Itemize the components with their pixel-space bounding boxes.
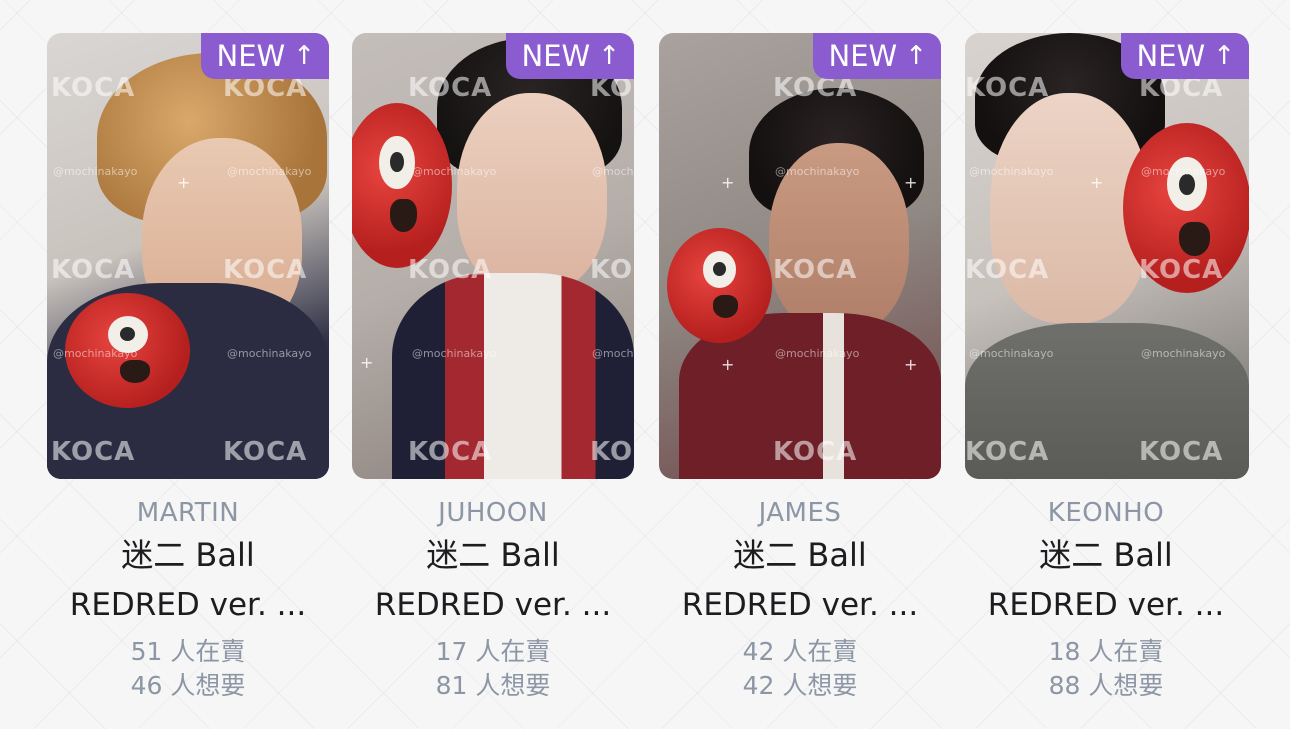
arrow-up-icon: ↑ [293, 41, 315, 71]
photocard-item[interactable]: KOCA KOCA KOCA KOCA KOCA KOCA @mochinaka… [965, 33, 1249, 703]
watermark-handle: @mochinakayo [1141, 347, 1226, 360]
arrow-up-icon: ↑ [598, 41, 620, 71]
member-name: KEONHO [1047, 498, 1165, 528]
member-name: JAMES [758, 498, 842, 528]
card-version[interactable]: REDRED ver. ... [965, 583, 1247, 627]
photocard-grid: KOCA KOCA KOCA KOCA KOCA KOCA @mochinaka… [0, 0, 1290, 729]
new-badge: NEW ↑ [812, 33, 941, 79]
new-badge: NEW ↑ [505, 33, 634, 79]
watermark-handle: @mochinakayo [1141, 165, 1226, 178]
photocard-item[interactable]: KOCA KOCA KOCA @mochinakayo @mochinakayo… [659, 33, 941, 703]
selling-count: 51 人在賣 [130, 637, 246, 666]
watermark-handle: @mochinakayo [227, 347, 312, 360]
new-badge-label: NEW [216, 39, 286, 73]
card-title[interactable]: 迷二 Ball [659, 533, 941, 577]
wanting-count: 88 人想要 [1048, 671, 1164, 700]
new-badge-label: NEW [521, 39, 591, 73]
watermark-handle: @mochinakayo [592, 165, 634, 178]
wanting-count: 81 人想要 [435, 671, 551, 700]
watermark-handle: @mochinakayo [412, 165, 497, 178]
card-title[interactable]: 迷二 Ball [965, 533, 1247, 577]
watermark-handle: @mochinakayo [53, 347, 138, 360]
watermark-handle: @mochinakayo [775, 347, 860, 360]
photocard-image[interactable]: KOCA KOCA KOCA KOCA KOCA KOCA @mochinaka… [47, 33, 329, 479]
member-name: MARTIN [136, 498, 240, 528]
photocard-image[interactable]: KOCA KOCA KOCA KOCA KOCA KOCA @mochinaka… [965, 33, 1249, 479]
selling-count: 42 人在賣 [742, 637, 858, 666]
watermark-handle: @mochinakayo [53, 165, 138, 178]
watermark-handle: @mochinakayo [412, 347, 497, 360]
photocard-item[interactable]: KOCA KOCA KOCA KOCA KOCA KOCA @mochinaka… [352, 33, 634, 703]
new-badge-label: NEW [1136, 39, 1206, 73]
new-badge: NEW ↑ [200, 33, 329, 79]
card-title[interactable]: 迷二 Ball [352, 533, 634, 577]
wanting-count: 46 人想要 [130, 671, 246, 700]
photocard-item[interactable]: KOCA KOCA KOCA KOCA KOCA KOCA @mochinaka… [47, 33, 329, 703]
arrow-up-icon: ↑ [1213, 41, 1235, 71]
card-version[interactable]: REDRED ver. ... [47, 583, 329, 627]
member-name: JUHOON [438, 498, 548, 528]
watermark-handle: @mochinakayo [775, 165, 860, 178]
selling-count: 17 人在賣 [435, 637, 551, 666]
watermark-handle: @mochinakayo [969, 347, 1054, 360]
selling-count: 18 人在賣 [1048, 637, 1164, 666]
card-version[interactable]: REDRED ver. ... [352, 583, 634, 627]
card-version[interactable]: REDRED ver. ... [659, 583, 941, 627]
arrow-up-icon: ↑ [905, 41, 927, 71]
watermark-handle: @mochinakayo [592, 347, 634, 360]
photocard-image[interactable]: KOCA KOCA KOCA @mochinakayo @mochinakayo… [659, 33, 941, 479]
wanting-count: 42 人想要 [742, 671, 858, 700]
photocard-image[interactable]: KOCA KOCA KOCA KOCA KOCA KOCA @mochinaka… [352, 33, 634, 479]
watermark-handle: @mochinakayo [227, 165, 312, 178]
watermark-handle: @mochinakayo [969, 165, 1054, 178]
new-badge-label: NEW [828, 39, 898, 73]
card-title[interactable]: 迷二 Ball [47, 533, 329, 577]
new-badge: NEW ↑ [1120, 33, 1249, 79]
